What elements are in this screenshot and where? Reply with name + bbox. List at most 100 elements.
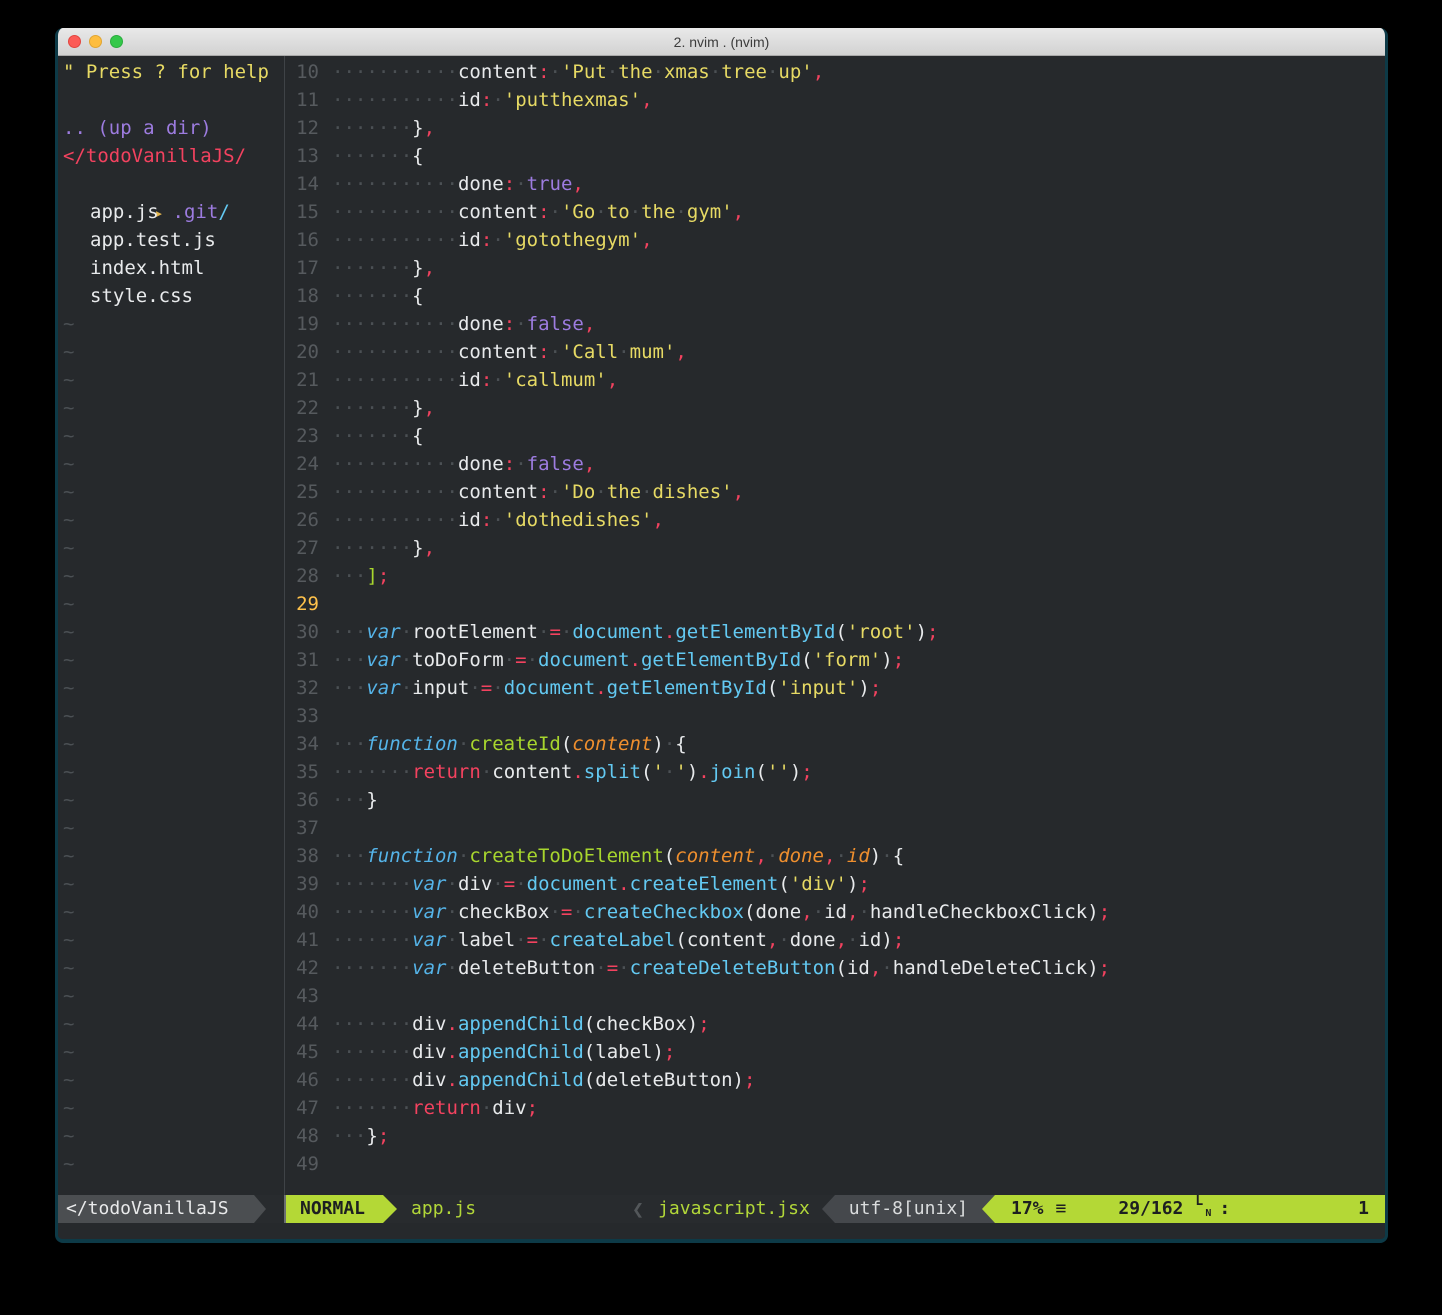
code-line[interactable]: 27·······}, bbox=[285, 534, 1385, 562]
code-line[interactable]: 20···········content:·'Call·mum', bbox=[285, 338, 1385, 366]
code-line[interactable]: 26···········id:·'dothedishes', bbox=[285, 506, 1385, 534]
vim-content: " Press ? for help .. (up a dir) </todoV… bbox=[58, 56, 1385, 1195]
code-line[interactable]: 10···········content:·'Put·the·xmas·tree… bbox=[285, 58, 1385, 86]
code-line[interactable]: 40·······var·checkBox·=·createCheckbox(d… bbox=[285, 898, 1385, 926]
tilde-row: ~ bbox=[63, 842, 284, 870]
code-text: ···········content:·'Go·to·the·gym', bbox=[319, 198, 744, 226]
filetype-indicator: javascript.jsx bbox=[658, 1195, 822, 1223]
code-text: ···········id:·'putthexmas', bbox=[319, 86, 653, 114]
code-line[interactable]: 24···········done:·false, bbox=[285, 450, 1385, 478]
column-number: 1 bbox=[1358, 1195, 1369, 1223]
code-line[interactable]: 25···········content:·'Do·the·dishes', bbox=[285, 478, 1385, 506]
code-line[interactable]: 42·······var·deleteButton·=·createDelete… bbox=[285, 954, 1385, 982]
code-line[interactable]: 22·······}, bbox=[285, 394, 1385, 422]
code-line[interactable]: 36···} bbox=[285, 786, 1385, 814]
code-buffer[interactable]: 10···········content:·'Put·the·xmas·tree… bbox=[285, 56, 1385, 1195]
code-text: ···········done:·false, bbox=[319, 310, 595, 338]
window-title: 2. nvim . (nvim) bbox=[58, 34, 1385, 50]
empty-buffer-tildes: ~~~~~~~~~~~~~~~~~~~~~~~~~~~~~~~ bbox=[63, 310, 284, 1178]
code-line[interactable]: 23·······{ bbox=[285, 422, 1385, 450]
line-number: 30 bbox=[285, 618, 319, 646]
line-number: 44 bbox=[285, 1010, 319, 1038]
code-line[interactable]: 28···]; bbox=[285, 562, 1385, 590]
code-line[interactable]: 13·······{ bbox=[285, 142, 1385, 170]
code-line[interactable]: 19···········done:·false, bbox=[285, 310, 1385, 338]
line-number: 32 bbox=[285, 674, 319, 702]
code-text: ·······var·div·=·document.createElement(… bbox=[319, 870, 870, 898]
line-number: 39 bbox=[285, 870, 319, 898]
code-line[interactable]: 31···var·toDoForm·=·document.getElementB… bbox=[285, 646, 1385, 674]
code-line[interactable]: 34···function·createId(content)·{ bbox=[285, 730, 1385, 758]
code-text: ·······div.appendChild(deleteButton); bbox=[319, 1066, 755, 1094]
code-line[interactable]: 16···········id:·'gotothegym', bbox=[285, 226, 1385, 254]
tilde-row: ~ bbox=[63, 1066, 284, 1094]
line-number: 26 bbox=[285, 506, 319, 534]
tilde-row: ~ bbox=[63, 898, 284, 926]
line-number: 13 bbox=[285, 142, 319, 170]
tilde-row: ~ bbox=[63, 954, 284, 982]
tree-item-git-dir[interactable]: ▸.git/ bbox=[63, 170, 284, 198]
code-line[interactable]: 49 bbox=[285, 1150, 1385, 1178]
code-line[interactable]: 29 bbox=[285, 590, 1385, 618]
code-text: ···}; bbox=[319, 1122, 389, 1150]
line-number: 38 bbox=[285, 842, 319, 870]
line-number: 31 bbox=[285, 646, 319, 674]
netrw-blank-line bbox=[63, 86, 284, 114]
code-text: ·······var·deleteButton·=·createDeleteBu… bbox=[319, 954, 1110, 982]
command-line[interactable] bbox=[58, 1223, 1385, 1240]
tilde-row: ~ bbox=[63, 338, 284, 366]
code-text: ·······div.appendChild(label); bbox=[319, 1038, 675, 1066]
tilde-row: ~ bbox=[63, 786, 284, 814]
line-number: 28 bbox=[285, 562, 319, 590]
code-line[interactable]: 38···function·createToDoElement(content,… bbox=[285, 842, 1385, 870]
code-line[interactable]: 45·······div.appendChild(label); bbox=[285, 1038, 1385, 1066]
code-line[interactable]: 15···········content:·'Go·to·the·gym', bbox=[285, 198, 1385, 226]
code-line[interactable]: 43 bbox=[285, 982, 1385, 1010]
code-line[interactable]: 44·······div.appendChild(checkBox); bbox=[285, 1010, 1385, 1038]
netrw-sidebar: " Press ? for help .. (up a dir) </todoV… bbox=[58, 56, 284, 1195]
tilde-row: ~ bbox=[63, 562, 284, 590]
code-line[interactable]: 18·······{ bbox=[285, 282, 1385, 310]
line-number: 25 bbox=[285, 478, 319, 506]
tilde-row: ~ bbox=[63, 1150, 284, 1178]
code-line[interactable]: 46·······div.appendChild(deleteButton); bbox=[285, 1066, 1385, 1094]
code-line[interactable]: 14···········done:·true, bbox=[285, 170, 1385, 198]
file-item-index-html[interactable]: index.html bbox=[63, 254, 284, 282]
mode-indicator: NORMAL bbox=[286, 1195, 383, 1223]
code-line[interactable]: 32···var·input·=·document.getElementById… bbox=[285, 674, 1385, 702]
line-of-total: 29/162 bbox=[1118, 1195, 1183, 1223]
line-number: 14 bbox=[285, 170, 319, 198]
tilde-row: ~ bbox=[63, 1038, 284, 1066]
line-number: 34 bbox=[285, 730, 319, 758]
file-item-app-test-js[interactable]: app.test.js bbox=[63, 226, 284, 254]
code-line[interactable]: 21···········id:·'callmum', bbox=[285, 366, 1385, 394]
file-item-style-css[interactable]: style.css bbox=[63, 282, 284, 310]
code-line[interactable]: 35·······return·content.split('·').join(… bbox=[285, 758, 1385, 786]
code-text: ···········id:·'gotothegym', bbox=[319, 226, 653, 254]
code-line[interactable]: 33 bbox=[285, 702, 1385, 730]
line-number: 12 bbox=[285, 114, 319, 142]
netrw-updir-item[interactable]: .. (up a dir) bbox=[63, 114, 284, 142]
line-number: 11 bbox=[285, 86, 319, 114]
powerline-chevron-icon: ❮ bbox=[632, 1195, 658, 1223]
code-line[interactable]: 47·······return·div; bbox=[285, 1094, 1385, 1122]
code-line[interactable]: 39·······var·div·=·document.createElemen… bbox=[285, 870, 1385, 898]
code-line[interactable]: 37 bbox=[285, 814, 1385, 842]
code-line[interactable]: 30···var·rootElement·=·document.getEleme… bbox=[285, 618, 1385, 646]
code-line[interactable]: 48···}; bbox=[285, 1122, 1385, 1150]
code-text: ·······}, bbox=[319, 394, 435, 422]
code-line[interactable]: 17·······}, bbox=[285, 254, 1385, 282]
tilde-row: ~ bbox=[63, 478, 284, 506]
line-number: 46 bbox=[285, 1066, 319, 1094]
line-number: 21 bbox=[285, 366, 319, 394]
code-line[interactable]: 41·······var·label·=·createLabel(content… bbox=[285, 926, 1385, 954]
code-text: ···var·toDoForm·=·document.getElementByI… bbox=[319, 646, 904, 674]
line-number: 43 bbox=[285, 982, 319, 1010]
line-number: 23 bbox=[285, 422, 319, 450]
status-line: </todoVanillaJS NORMAL app.js ❮ javascri… bbox=[58, 1195, 1385, 1223]
code-line[interactable]: 12·······}, bbox=[285, 114, 1385, 142]
tilde-row: ~ bbox=[63, 982, 284, 1010]
code-line[interactable]: 11···········id:·'putthexmas', bbox=[285, 86, 1385, 114]
scroll-percent: 17% bbox=[1011, 1195, 1044, 1223]
line-number: 45 bbox=[285, 1038, 319, 1066]
